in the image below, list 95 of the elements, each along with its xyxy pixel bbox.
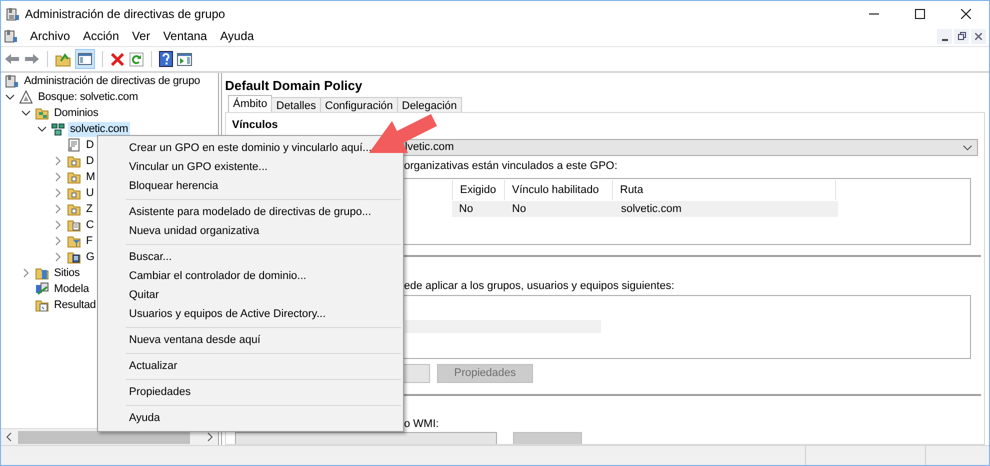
tree-item[interactable]: Administración de directivas de grupo — [22, 74, 202, 88]
tree-item[interactable]: Resultad — [52, 298, 98, 312]
caption-text: organizativas están vinculados a este GPO: — [404, 158, 618, 174]
child-restore-button[interactable] — [954, 28, 969, 44]
console-tree-toggle[interactable] — [75, 49, 95, 69]
table-cell-text: solvetic.com — [620, 202, 683, 217]
tree-item[interactable]: C — [84, 218, 96, 232]
menu-item[interactable]: Vincular un GPO existente... — [98, 158, 403, 177]
table-cell-text: No — [511, 202, 528, 217]
collapse-chevron-icon[interactable] — [37, 124, 47, 134]
menu-item[interactable]: Nueva ventana desde aquí — [98, 331, 403, 350]
collapse-chevron-icon[interactable] — [5, 92, 15, 102]
tree-item[interactable]: G — [84, 250, 96, 264]
close-icon — [975, 32, 982, 40]
tree-item[interactable]: F — [84, 234, 95, 248]
policy-title: Default Domain Policy — [225, 77, 364, 95]
menu-item[interactable]: Archivo — [24, 27, 76, 45]
app-icon — [6, 6, 20, 20]
menu-item[interactable]: Cambiar el controlador de dominio... — [98, 267, 403, 286]
expand-chevron-icon[interactable] — [53, 188, 63, 198]
forward-icon[interactable] — [24, 52, 40, 66]
folder-icon — [67, 202, 81, 216]
expand-chevron-icon[interactable] — [21, 268, 31, 278]
folder-icon — [35, 266, 49, 280]
tree-item[interactable]: Sitios — [52, 266, 82, 280]
folder-icon — [67, 234, 81, 248]
menu-item[interactable]: Propiedades — [98, 383, 403, 402]
caption-text: ede aplicar a los grupos, usuarios y equipos siguientes: — [404, 279, 676, 293]
tree-item[interactable]: M — [84, 170, 97, 184]
folder-icon — [67, 218, 81, 232]
menu-item[interactable]: Ayuda — [98, 409, 403, 428]
caret-icon — [963, 144, 972, 150]
menu-item[interactable]: Acción — [77, 27, 126, 45]
menu-item[interactable]: Usuarios y equipos de Active Directory... — [98, 305, 403, 324]
close-icon — [961, 8, 971, 18]
menu-item[interactable]: Quitar — [98, 286, 403, 305]
menu-item[interactable]: Bloquear herencia — [98, 177, 403, 196]
tree-item[interactable]: Modela — [52, 282, 91, 296]
triangle-icon — [19, 90, 33, 104]
column-header[interactable]: Vínculo habilitado — [504, 180, 613, 200]
tree-item[interactable]: D — [84, 138, 96, 152]
console-icon — [5, 74, 19, 88]
menu-item[interactable]: Ventana — [157, 27, 214, 45]
expand-chevron-icon[interactable] — [53, 252, 63, 262]
folder-up-icon[interactable] — [55, 52, 71, 66]
expand-chevron-icon[interactable] — [53, 172, 63, 182]
tree-item[interactable]: D — [84, 154, 96, 168]
window-title: Administración de directivas de grupo — [25, 6, 226, 22]
expand-chevron-icon[interactable] — [53, 204, 63, 214]
tree-item[interactable]: Z — [84, 202, 95, 216]
tab[interactable]: Ámbito — [228, 95, 272, 112]
tree-item[interactable]: Bosque: solvetic.com — [36, 90, 140, 104]
back-icon[interactable] — [4, 52, 20, 66]
section-heading: Vínculos — [231, 118, 278, 133]
delete-icon[interactable] — [110, 52, 125, 66]
child-minimize-button[interactable] — [937, 28, 952, 44]
scrollbar-thumb[interactable] — [18, 430, 190, 444]
pane-icon — [78, 53, 92, 65]
caption-text: o WMI: — [404, 417, 440, 431]
expand-chevron-icon[interactable] — [53, 156, 63, 166]
column-header[interactable]: Ruta — [612, 180, 836, 200]
document-icon — [67, 138, 81, 152]
folder-icon — [67, 186, 81, 200]
menu-item[interactable]: Buscar... — [98, 248, 403, 267]
network-icon — [51, 122, 65, 136]
chart-icon — [35, 282, 49, 296]
folder-icon — [35, 106, 49, 120]
collapse-chevron-icon[interactable] — [21, 108, 31, 118]
menu-item[interactable]: Ayuda — [214, 27, 260, 45]
restore-icon — [958, 32, 966, 40]
folder-icon — [67, 250, 81, 264]
folder-icon — [35, 298, 49, 312]
tab[interactable]: Detalles — [271, 97, 321, 112]
help-icon[interactable] — [159, 51, 173, 67]
console-icon[interactable] — [4, 29, 18, 43]
tree-item[interactable]: solvetic.com — [68, 122, 130, 136]
refresh-icon[interactable] — [129, 52, 144, 66]
tree-item[interactable]: U — [84, 186, 96, 200]
tab[interactable]: Delegación — [396, 97, 462, 112]
maximize-icon — [915, 8, 925, 18]
menu-item[interactable]: Asistente para modelado de directivas de grupo... — [98, 203, 403, 222]
folder-icon — [67, 154, 81, 168]
menu-item[interactable]: Ver — [126, 27, 156, 45]
menu-item[interactable]: Nueva unidad organizativa — [98, 222, 403, 241]
minimize-icon — [942, 38, 948, 40]
column-header[interactable]: Exigido — [452, 180, 505, 200]
tab[interactable]: Configuración — [320, 97, 398, 112]
expand-chevron-icon[interactable] — [53, 236, 63, 246]
menu-item[interactable]: Actualizar — [98, 357, 403, 376]
expand-chevron-icon[interactable] — [53, 220, 63, 230]
action-pane-icon[interactable] — [177, 52, 192, 66]
child-close-button[interactable] — [971, 28, 986, 44]
tree-item[interactable]: Dominios — [52, 106, 100, 120]
table-cell-text: No — [458, 202, 474, 217]
folder-icon — [67, 170, 81, 184]
